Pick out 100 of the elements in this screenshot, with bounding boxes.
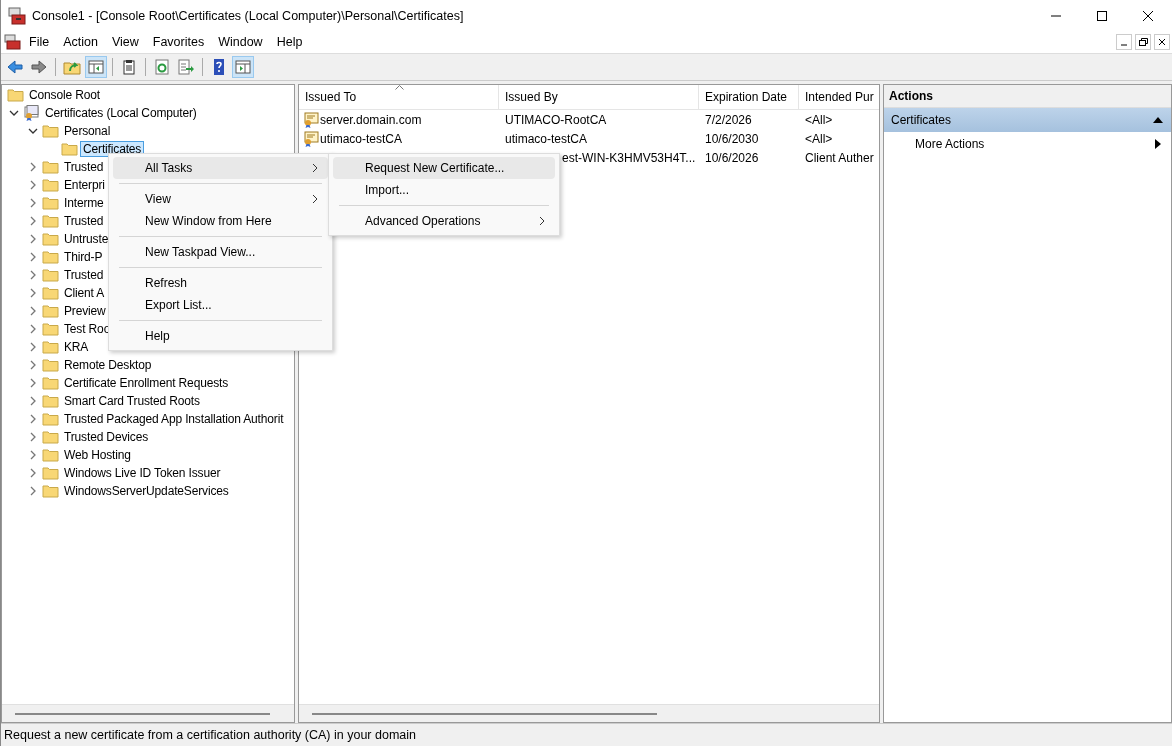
menu-item[interactable]: Window — [211, 35, 270, 49]
tree-item[interactable]: Web Hosting — [61, 447, 134, 463]
tree-item[interactable]: Enterpri — [61, 177, 108, 193]
restore-icon[interactable] — [1135, 34, 1151, 50]
horizontal-scrollbar[interactable] — [299, 704, 879, 722]
chevron-right-icon — [539, 216, 545, 226]
tree-item[interactable]: Trusted Packaged App Installation Authorit — [61, 411, 287, 427]
menu-item[interactable]: Import... — [333, 179, 555, 201]
table-cell: 10/6/2026 — [705, 150, 759, 165]
close-icon[interactable] — [1142, 9, 1154, 22]
section-header[interactable]: Certificates — [884, 108, 1171, 132]
certificate-icon — [23, 105, 40, 121]
table-cell: est-WIN-K3HMV53H4T... — [562, 150, 696, 165]
folder-icon — [42, 304, 59, 318]
tree-item[interactable]: Trusted — [61, 267, 107, 283]
folder-icon — [7, 88, 24, 102]
folder-icon — [42, 358, 59, 372]
sort-up-icon — [394, 85, 404, 90]
menu-item[interactable]: Favorites — [145, 35, 212, 49]
menu-item[interactable]: View — [104, 35, 146, 49]
table-cell: utimaco-testCA — [320, 131, 403, 146]
folder-icon — [42, 250, 59, 264]
chevron-right-icon — [312, 163, 318, 173]
column-header[interactable]: Intended Pur — [799, 85, 879, 109]
tree-item[interactable]: Smart Card Trusted Roots — [61, 393, 203, 409]
toolbox-icon — [8, 6, 26, 25]
folder-icon — [42, 430, 59, 444]
folder-icon — [42, 232, 59, 246]
certificate-icon — [303, 130, 319, 147]
folder-icon — [42, 340, 59, 354]
export-list-icon[interactable] — [175, 56, 197, 78]
maximize-icon[interactable] — [1096, 9, 1108, 22]
menu-item[interactable]: All Tasks — [113, 157, 328, 179]
folder-icon — [42, 394, 59, 408]
tree-item[interactable]: WindowsServerUpdateServices — [61, 483, 232, 499]
tree-item[interactable]: Trusted — [61, 213, 107, 229]
tree-pane-icon[interactable] — [85, 56, 107, 78]
horizontal-scrollbar[interactable] — [2, 704, 294, 722]
window-title: Console1 - [Console Root\Certificates (Local Computer)\Personal\Certificates] — [32, 8, 464, 23]
tree-item[interactable]: Remote Desktop — [61, 357, 155, 373]
tree-item[interactable]: Interme — [61, 195, 107, 211]
tree-item[interactable]: Certificates (Local Computer) — [42, 105, 200, 121]
menu-item[interactable]: New Taskpad View... — [113, 241, 328, 263]
table-cell: <All> — [805, 131, 833, 146]
folder-icon — [42, 178, 59, 192]
tree-item[interactable]: Untruste — [61, 231, 112, 247]
menu-item[interactable]: Help — [269, 35, 310, 49]
tree-item[interactable]: Windows Live ID Token Issuer — [61, 465, 224, 481]
folder-icon — [42, 214, 59, 228]
folder-icon — [42, 160, 59, 174]
folder-icon — [42, 286, 59, 300]
menu-item[interactable]: Export List... — [113, 294, 328, 316]
folder-icon — [42, 412, 59, 426]
tree-item[interactable]: Third-P — [61, 249, 106, 265]
menu-item[interactable]: File — [22, 35, 57, 49]
table-cell: <All> — [805, 112, 833, 127]
chevron-right-icon — [312, 194, 318, 204]
pane-header: Actions — [884, 85, 1171, 108]
action-pane-icon[interactable] — [232, 56, 254, 78]
collapse-triangle-icon[interactable] — [1153, 117, 1163, 123]
submenu-triangle-icon — [1155, 139, 1161, 149]
menu-item[interactable]: Action — [56, 35, 105, 49]
column-header[interactable]: Issued By — [499, 85, 699, 109]
minimize-icon[interactable] — [1116, 34, 1132, 50]
tree-item[interactable]: Preview — [61, 303, 109, 319]
menu-item[interactable]: Advanced Operations — [333, 210, 555, 232]
menu-item[interactable]: Refresh — [113, 272, 328, 294]
table-cell: 7/2/2026 — [705, 112, 752, 127]
column-header[interactable]: Issued To — [299, 85, 499, 109]
folder-icon — [42, 448, 59, 462]
menu-item[interactable]: Help — [113, 325, 328, 347]
certificate-icon — [303, 111, 319, 128]
menu-item[interactable]: View — [113, 188, 328, 210]
status-bar: Request a new certificate from a certification authority (CA) in your domain — [1, 723, 1172, 746]
tree-item[interactable]: Trusted Devices — [61, 429, 151, 445]
folder-icon — [42, 268, 59, 282]
folder-icon — [42, 124, 59, 138]
tree-item[interactable]: KRA — [61, 339, 92, 355]
table-cell: Client Auther — [805, 150, 874, 165]
folder-icon — [42, 484, 59, 498]
folder-icon — [42, 196, 59, 210]
action-link[interactable]: More Actions — [915, 137, 985, 151]
tree-item[interactable]: Certificate Enrollment Requests — [61, 375, 232, 391]
table-cell: server.domain.com — [320, 112, 422, 127]
table-cell: utimaco-testCA — [505, 131, 588, 146]
tree-item[interactable]: Client A — [61, 285, 108, 301]
folder-icon — [42, 376, 59, 390]
menu-item[interactable]: Request New Certificate... — [333, 157, 555, 179]
collapse-chevron-icon[interactable] — [8, 108, 19, 118]
column-header[interactable]: Expiration Date — [699, 85, 799, 109]
toolbox-icon — [4, 34, 22, 50]
table-cell: 10/6/2030 — [705, 131, 759, 146]
table-cell: UTIMACO-RootCA — [505, 112, 607, 127]
menu-item[interactable]: New Window from Here — [113, 210, 328, 232]
folder-icon — [42, 466, 59, 480]
folder-icon — [42, 322, 59, 336]
tree-item[interactable]: Personal — [61, 123, 114, 139]
collapse-chevron-icon[interactable] — [27, 126, 38, 136]
tree-item[interactable]: Console Root — [26, 87, 103, 103]
tree-item[interactable]: Trusted — [61, 159, 107, 175]
